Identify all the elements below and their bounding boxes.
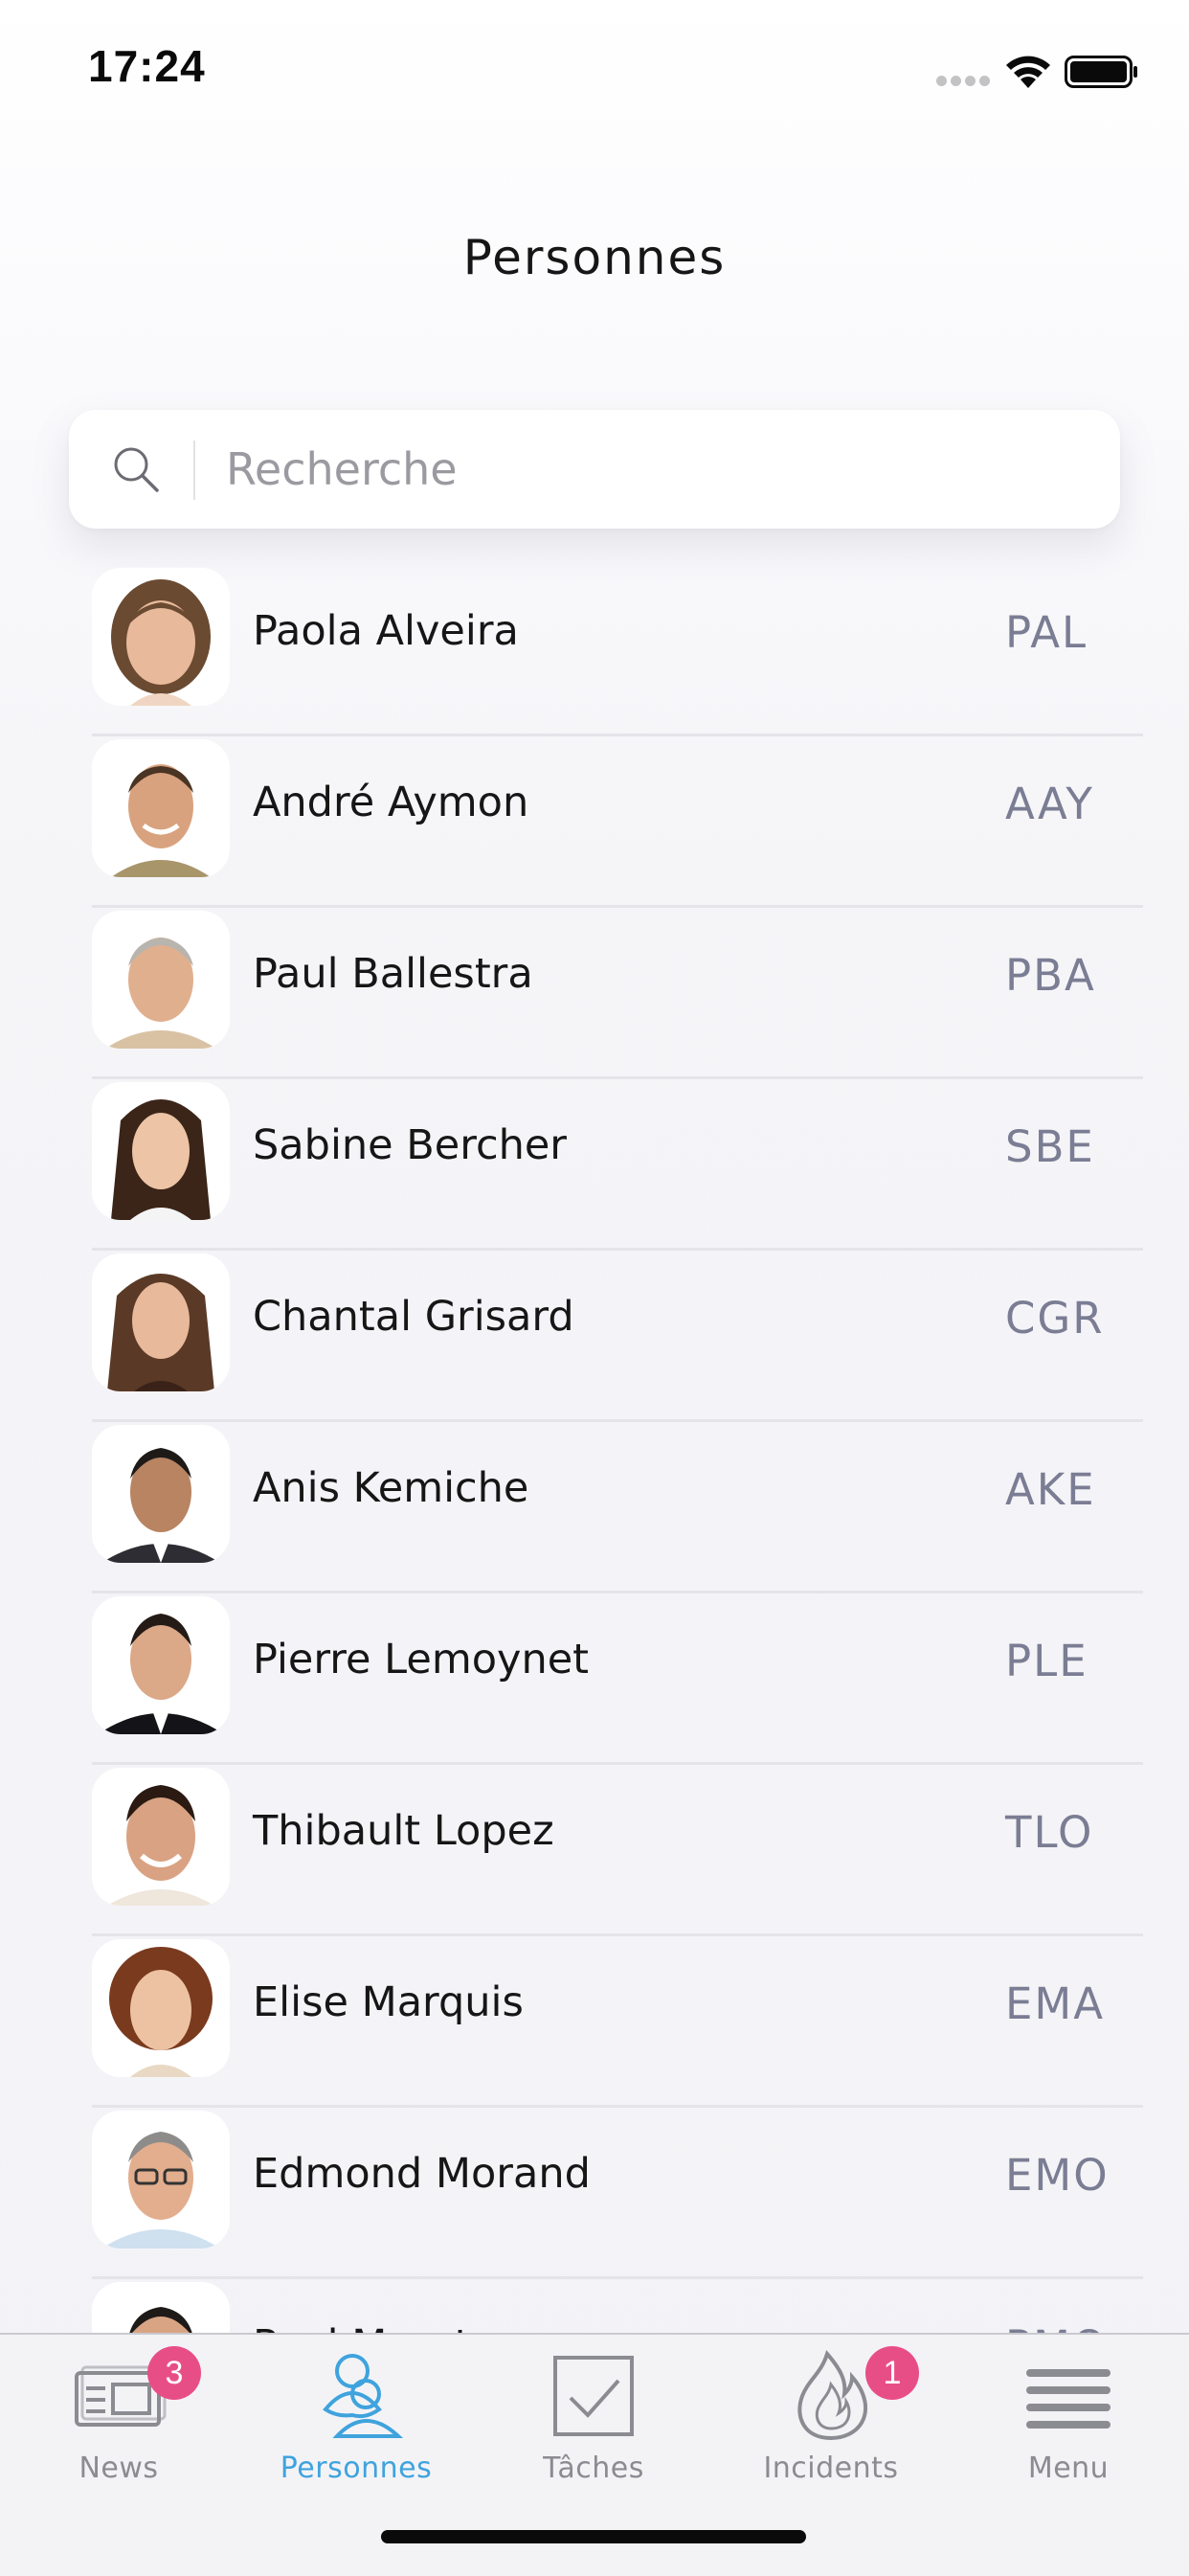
person-row[interactable]: Sabine Bercher SBE [92,1079,1143,1251]
flame-icon [797,2349,868,2441]
person-name: Edmond Morand [253,2150,591,2198]
person-name: André Aymon [253,779,529,826]
search-divider [193,441,195,500]
tab-incidents[interactable]: Incidents 1 [712,2335,950,2497]
tab-news[interactable]: News 3 [0,2335,237,2497]
person-code: EMA [1005,1978,1106,2029]
person-code: PAL [1005,607,1088,658]
person-code: PBA [1005,950,1096,1001]
notification-badge: 3 [147,2346,201,2400]
person-row[interactable]: Paola Alveira PAL [92,565,1143,736]
person-name: Paola Alveira [253,607,519,655]
tab-personnes[interactable]: Personnes [237,2335,475,2497]
person-row[interactable]: Thibault Lopez TLO [92,1765,1143,1936]
avatar [92,1939,230,2077]
avatar [92,911,230,1049]
person-code: AAY [1005,779,1094,829]
person-row[interactable]: Edmond Morand EMO [92,2108,1143,2279]
person-name: Thibault Lopez [253,1807,554,1855]
tab-label: Menu [1027,2452,1110,2485]
page-title: Personnes [462,230,727,285]
tab-label: Tâches [543,2452,644,2485]
avatar [92,1768,230,1906]
avatar [92,1082,230,1220]
person-row[interactable]: Paul Ballestra PBA [92,908,1143,1079]
avatar [92,1425,230,1563]
search-input[interactable] [226,431,1068,508]
person-name: Sabine Bercher [253,1121,567,1169]
person-name: Pierre Lemoynet [253,1636,590,1683]
person-name: Paul Ballestra [253,950,533,998]
notification-badge: 1 [865,2346,919,2400]
person-code: CGR [1005,1293,1105,1344]
people-list[interactable]: Paola Alveira PAL André Aymon AAY Paul B… [92,565,1143,2333]
person-code: PLE [1005,1636,1088,1686]
cellular-signal-icon [936,76,992,87]
person-code: PMO [1005,2321,1108,2333]
avatar [92,1596,230,1734]
tab-label: Incidents [763,2452,899,2485]
avatar [92,568,230,706]
person-row[interactable]: Paul Morat PMO [92,2279,1143,2333]
status-time: 17:24 [88,41,206,91]
battery-icon [1065,56,1137,88]
person-code: AKE [1005,1464,1096,1515]
tab-label: News [79,2452,159,2485]
person-row[interactable]: Pierre Lemoynet PLE [92,1593,1143,1765]
person-row[interactable]: André Aymon AAY [92,736,1143,908]
person-name: Chantal Grisard [253,1293,574,1341]
person-row[interactable]: Chantal Grisard CGR [92,1251,1143,1422]
avatar [92,2111,230,2248]
wifi-icon [1006,56,1050,88]
search-icon [114,447,159,492]
person-code: EMO [1005,2150,1110,2201]
person-name: Elise Marquis [253,1978,524,2026]
avatar [92,2282,230,2333]
person-row[interactable]: Elise Marquis EMA [92,1936,1143,2108]
tab-taches[interactable]: Tâches [475,2335,712,2497]
search-bar[interactable] [69,410,1120,529]
tab-menu[interactable]: Menu [950,2335,1187,2497]
person-code: TLO [1005,1807,1094,1858]
tab-label: Personnes [280,2452,433,2485]
person-row[interactable]: Anis Kemiche AKE [92,1422,1143,1593]
people-icon [323,2354,404,2438]
hamburger-menu-icon [1026,2369,1110,2429]
avatar [92,739,230,877]
person-code: SBE [1005,1121,1095,1172]
checkbox-icon [553,2356,634,2436]
person-name: Paul Morat [253,2321,471,2333]
avatar [92,1254,230,1391]
home-indicator [381,2530,806,2543]
status-bar: 17:24 [0,0,1189,144]
person-name: Anis Kemiche [253,1464,529,1512]
